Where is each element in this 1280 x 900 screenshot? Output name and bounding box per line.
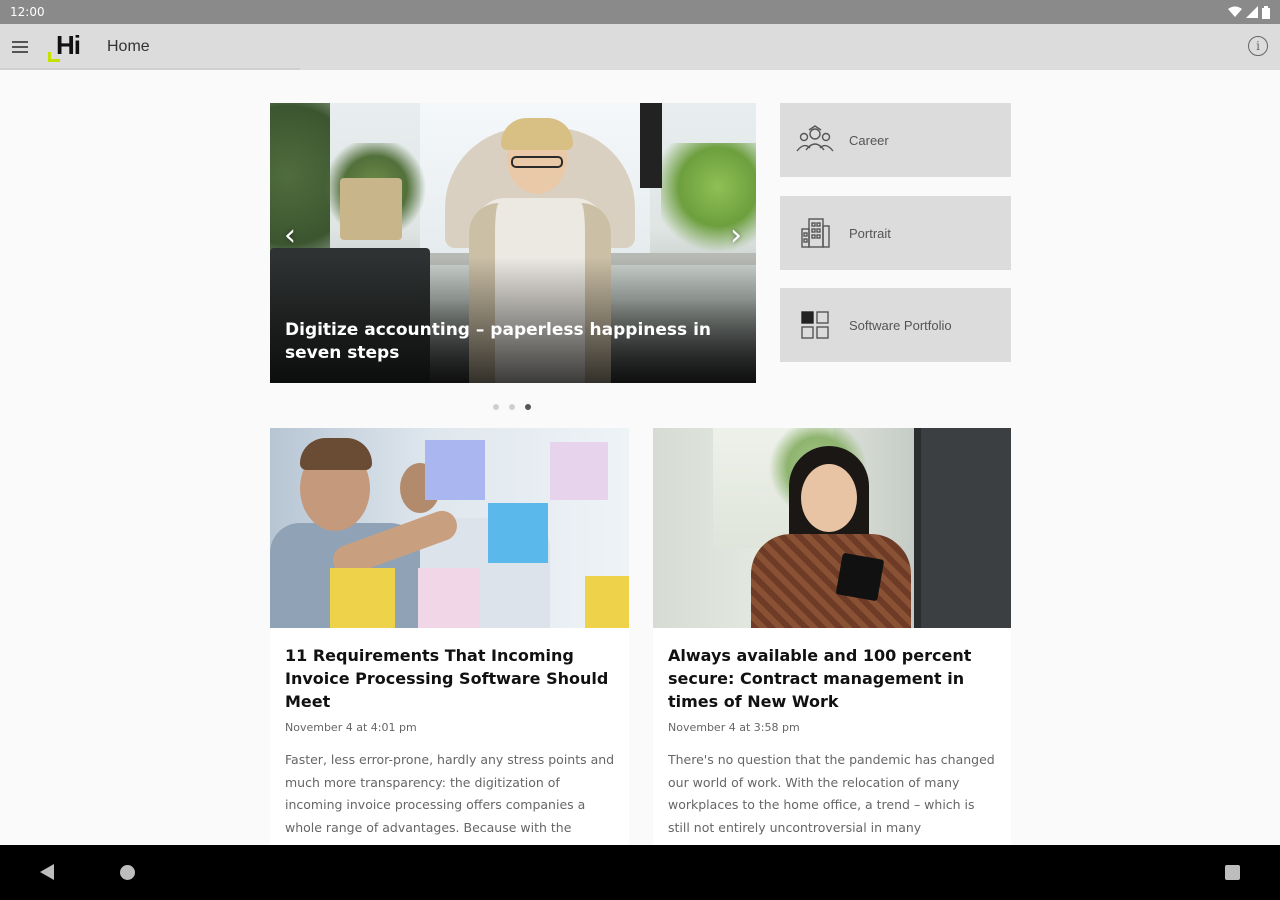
quick-link-software-portfolio[interactable]: Software Portfolio <box>780 288 1011 362</box>
battery-icon <box>1262 5 1270 19</box>
system-nav-bar <box>0 845 1280 900</box>
grid-icon <box>795 307 835 343</box>
quick-link-label: Portrait <box>849 225 891 241</box>
article-excerpt: There's no question that the pandemic ha… <box>668 752 995 835</box>
article-title: 11 Requirements That Incoming Invoice Pr… <box>285 646 609 711</box>
article-date: November 4 at 4:01 pm <box>285 721 417 734</box>
article-date: November 4 at 3:58 pm <box>668 721 800 734</box>
article-card[interactable]: 11 Requirements That Incoming Invoice Pr… <box>270 428 629 848</box>
carousel-dot[interactable] <box>493 404 499 410</box>
article-image <box>653 428 1011 628</box>
hero-carousel[interactable]: ‹ › Digitize accounting – paperless happ… <box>270 103 756 383</box>
carousel-dot-active[interactable] <box>525 404 531 410</box>
status-icons <box>1228 5 1270 19</box>
article-title: Always available and 100 percent secure:… <box>668 646 972 711</box>
carousel-dot[interactable] <box>509 404 515 410</box>
quick-link-portrait[interactable]: Portrait <box>780 196 1011 270</box>
article-card[interactable]: Always available and 100 percent secure:… <box>653 428 1011 848</box>
career-icon <box>795 122 835 158</box>
chevron-left-icon[interactable]: ‹ <box>275 221 305 251</box>
app-bar: Hi Home i <box>0 24 1280 70</box>
article-excerpt: Faster, less error-prone, hardly any str… <box>285 752 615 835</box>
divider <box>0 68 300 70</box>
status-bar: 12:00 <box>0 0 1280 24</box>
menu-icon[interactable] <box>12 37 32 57</box>
status-time: 12:00 <box>10 5 45 19</box>
wifi-icon <box>1228 6 1242 17</box>
hero-title[interactable]: Digitize accounting – paperless happines… <box>285 319 725 365</box>
recents-icon[interactable] <box>1225 865 1240 880</box>
logo-text: Hi <box>56 30 81 60</box>
back-icon[interactable] <box>40 864 54 880</box>
info-icon[interactable]: i <box>1248 36 1268 56</box>
quick-link-career[interactable]: Career <box>780 103 1011 177</box>
signal-icon <box>1246 6 1258 18</box>
carousel-indicator <box>493 404 531 410</box>
page-title: Home <box>107 38 150 55</box>
article-image <box>270 428 629 628</box>
app-logo[interactable]: Hi <box>48 30 90 64</box>
quick-link-label: Career <box>849 132 889 148</box>
chevron-right-icon[interactable]: › <box>721 221 751 251</box>
quick-link-label: Software Portfolio <box>849 317 952 333</box>
building-icon <box>795 215 835 251</box>
home-icon[interactable] <box>120 865 135 880</box>
